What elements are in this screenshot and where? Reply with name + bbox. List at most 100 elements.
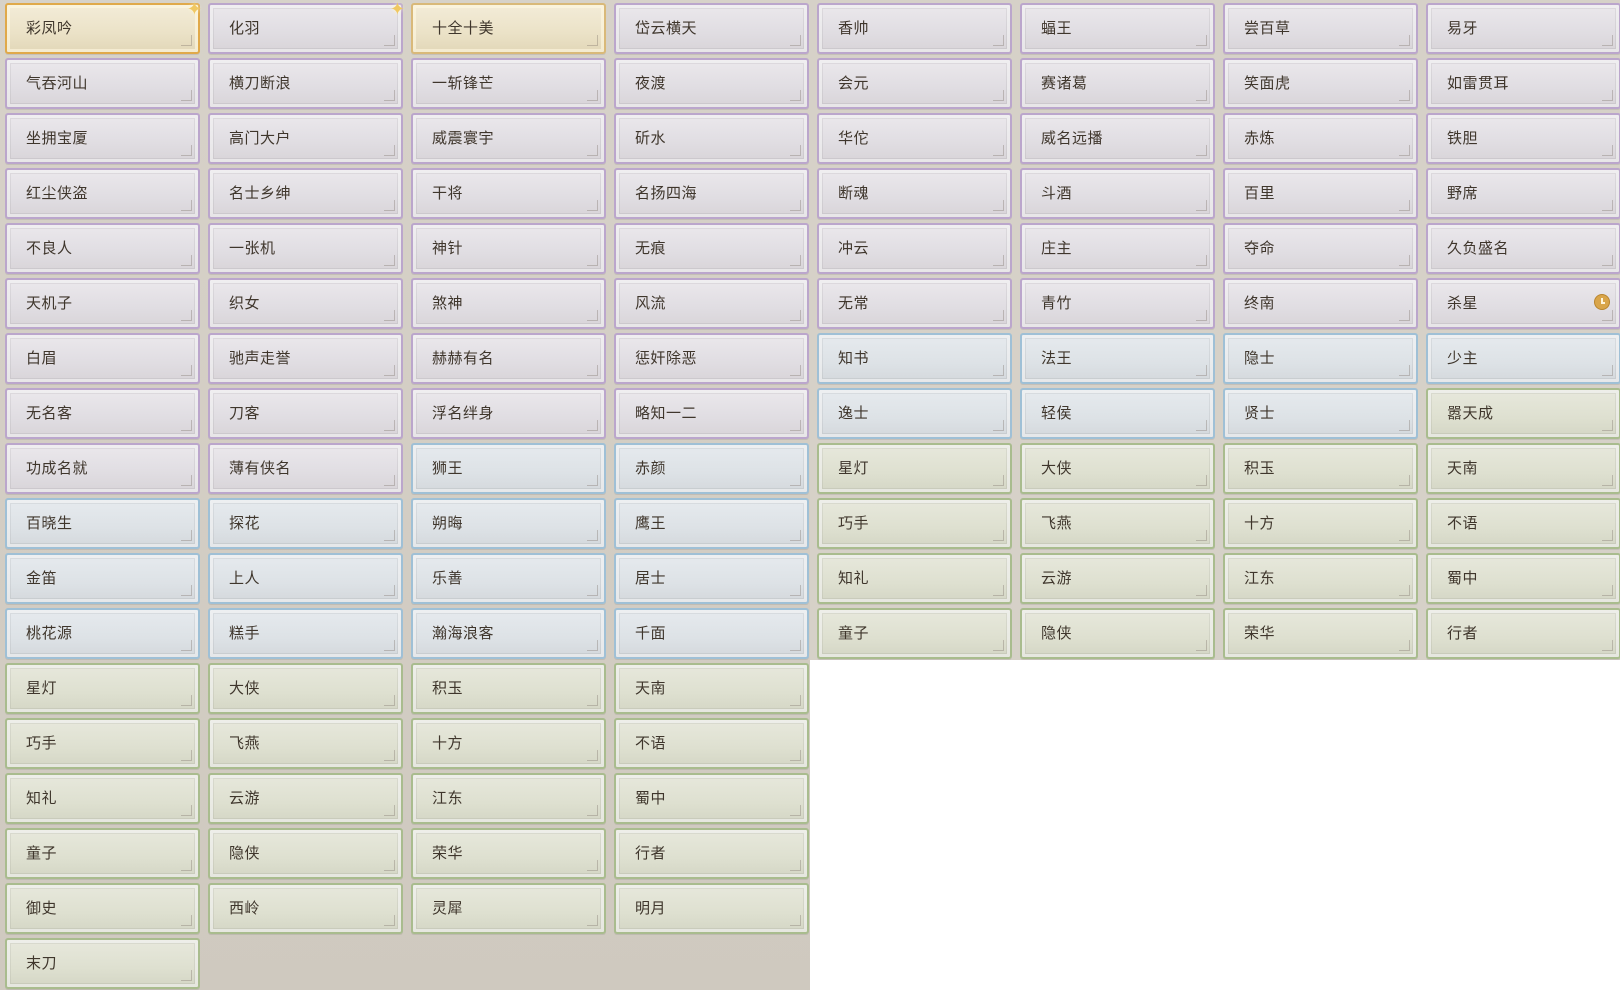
title-tile[interactable]: 星灯 [817, 443, 1012, 494]
title-tile[interactable]: 煞神 [411, 278, 606, 329]
title-tile[interactable]: 少主 [1426, 333, 1620, 384]
title-tile[interactable]: 神针 [411, 223, 606, 274]
title-tile[interactable]: 知礼 [817, 553, 1012, 604]
title-tile[interactable]: 十全十美 [411, 3, 606, 54]
title-tile[interactable]: 红尘侠盗 [5, 168, 200, 219]
title-tile[interactable]: 巧手 [5, 718, 200, 769]
title-tile[interactable]: 名扬四海 [614, 168, 809, 219]
title-tile[interactable]: 不良人 [5, 223, 200, 274]
title-tile[interactable]: 坐拥宝厦 [5, 113, 200, 164]
title-tile[interactable]: 化羽 ✦ [208, 1, 405, 54]
title-tile[interactable]: 如雷贯耳 [1426, 58, 1620, 109]
title-tile[interactable]: 千面 [614, 608, 809, 659]
title-tile[interactable]: 行者 [1426, 608, 1620, 659]
title-tile[interactable]: 明月 [614, 883, 809, 934]
title-tile[interactable]: 夺命 [1223, 223, 1418, 274]
title-tile[interactable]: 干将 [411, 168, 606, 219]
title-tile[interactable]: 隐侠 [208, 828, 403, 879]
title-tile[interactable]: 金笛 [5, 553, 200, 604]
title-tile[interactable]: 飞燕 [1020, 498, 1215, 549]
title-tile[interactable]: 易牙 [1426, 3, 1620, 54]
title-tile[interactable]: 久负盛名 [1426, 223, 1620, 274]
title-tile[interactable]: 赛诸葛 [1020, 58, 1215, 109]
title-tile[interactable]: 江东 [411, 773, 606, 824]
title-tile[interactable]: 赫赫有名 [411, 333, 606, 384]
title-tile[interactable]: 积玉 [1223, 443, 1418, 494]
title-tile[interactable]: 薄有侠名 [208, 443, 403, 494]
title-tile[interactable]: 云游 [1020, 553, 1215, 604]
title-tile[interactable]: 赤炼 [1223, 113, 1418, 164]
title-tile[interactable]: 蜀中 [1426, 553, 1620, 604]
title-tile[interactable]: 童子 [817, 608, 1012, 659]
title-tile[interactable]: 无痕 [614, 223, 809, 274]
title-tile[interactable]: 轻侯 [1020, 388, 1215, 439]
title-tile[interactable]: 尝百草 [1223, 3, 1418, 54]
title-tile[interactable]: 彩凤吟 ✦ [5, 1, 202, 54]
title-tile[interactable]: 蝠王 [1020, 3, 1215, 54]
title-tile[interactable]: 瀚海浪客 [411, 608, 606, 659]
title-tile[interactable]: 铁胆 [1426, 113, 1620, 164]
title-tile[interactable]: 狮王 [411, 443, 606, 494]
title-tile[interactable]: 飞燕 [208, 718, 403, 769]
title-tile[interactable]: 浮名绊身 [411, 388, 606, 439]
title-tile[interactable]: 不语 [614, 718, 809, 769]
title-tile[interactable]: 百晓生 [5, 498, 200, 549]
title-tile[interactable]: 刀客 [208, 388, 403, 439]
title-tile[interactable]: 野席 [1426, 168, 1620, 219]
title-tile[interactable]: 驰声走誉 [208, 333, 403, 384]
title-tile[interactable]: 杀星 [1426, 278, 1620, 329]
title-tile[interactable]: 夜渡 [614, 58, 809, 109]
title-tile[interactable]: 大侠 [208, 663, 403, 714]
title-tile[interactable]: 会元 [817, 58, 1012, 109]
title-tile[interactable]: 斫水 [614, 113, 809, 164]
title-tile[interactable]: 云游 [208, 773, 403, 824]
title-tile[interactable]: 横刀断浪 [208, 58, 403, 109]
title-tile[interactable]: 积玉 [411, 663, 606, 714]
title-tile[interactable]: 笑面虎 [1223, 58, 1418, 109]
title-tile[interactable]: 织女 [208, 278, 403, 329]
title-tile[interactable]: 居士 [614, 553, 809, 604]
title-tile[interactable]: 嚣天成 [1426, 388, 1620, 439]
title-tile[interactable]: 惩奸除恶 [614, 333, 809, 384]
title-tile[interactable]: 探花 [208, 498, 403, 549]
title-tile[interactable]: 断魂 [817, 168, 1012, 219]
title-tile[interactable]: 灵犀 [411, 883, 606, 934]
title-tile[interactable]: 御史 [5, 883, 200, 934]
title-tile[interactable]: 隐士 [1223, 333, 1418, 384]
title-tile[interactable]: 知书 [817, 333, 1012, 384]
title-tile[interactable]: 十方 [1223, 498, 1418, 549]
title-tile[interactable]: 华佗 [817, 113, 1012, 164]
title-tile[interactable]: 岱云横天 [614, 3, 809, 54]
title-tile[interactable]: 荣华 [1223, 608, 1418, 659]
title-tile[interactable]: 斗酒 [1020, 168, 1215, 219]
title-tile[interactable]: 天南 [614, 663, 809, 714]
title-tile[interactable]: 荣华 [411, 828, 606, 879]
title-tile[interactable]: 隐侠 [1020, 608, 1215, 659]
title-tile[interactable]: 百里 [1223, 168, 1418, 219]
title-tile[interactable]: 威震寰宇 [411, 113, 606, 164]
title-tile[interactable]: 末刀 [5, 938, 200, 989]
title-tile[interactable]: 白眉 [5, 333, 200, 384]
title-tile[interactable]: 鹰王 [614, 498, 809, 549]
title-tile[interactable]: 不语 [1426, 498, 1620, 549]
title-tile[interactable]: 桃花源 [5, 608, 200, 659]
title-tile[interactable]: 朔晦 [411, 498, 606, 549]
title-tile[interactable]: 巧手 [817, 498, 1012, 549]
title-tile[interactable]: 星灯 [5, 663, 200, 714]
title-tile[interactable]: 高门大户 [208, 113, 403, 164]
title-tile[interactable]: 乐善 [411, 553, 606, 604]
title-tile[interactable]: 糕手 [208, 608, 403, 659]
title-tile[interactable]: 上人 [208, 553, 403, 604]
title-tile[interactable]: 十方 [411, 718, 606, 769]
title-tile[interactable]: 功成名就 [5, 443, 200, 494]
title-tile[interactable]: 无名客 [5, 388, 200, 439]
title-tile[interactable]: 一张机 [208, 223, 403, 274]
title-tile[interactable]: 西岭 [208, 883, 403, 934]
title-tile[interactable]: 名士乡绅 [208, 168, 403, 219]
title-tile[interactable]: 知礼 [5, 773, 200, 824]
title-tile[interactable]: 冲云 [817, 223, 1012, 274]
title-tile[interactable]: 威名远播 [1020, 113, 1215, 164]
title-tile[interactable]: 青竹 [1020, 278, 1215, 329]
title-tile[interactable]: 气吞河山 [5, 58, 200, 109]
title-tile[interactable]: 法王 [1020, 333, 1215, 384]
